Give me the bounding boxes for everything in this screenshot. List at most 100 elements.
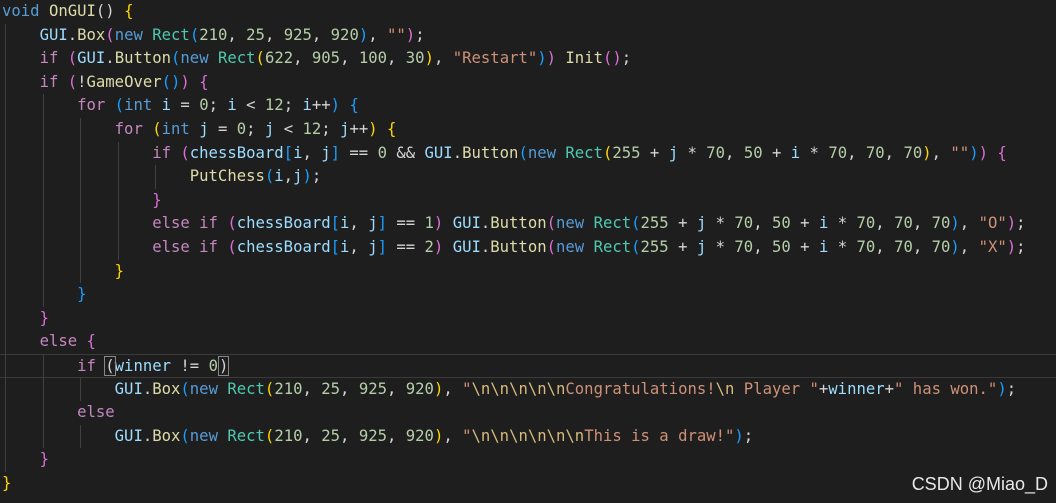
code-token: int <box>124 96 162 115</box>
code-line[interactable]: if (!GameOver()) { <box>0 70 1056 95</box>
indent-guide <box>42 424 44 449</box>
indent-guide <box>42 141 44 166</box>
code-token: 70 <box>828 143 848 162</box>
code-line[interactable]: else if (chessBoard[i, j] == 1) GUI.Butt… <box>0 212 1056 236</box>
code-token: ; <box>1006 379 1017 398</box>
code-token: + <box>790 237 819 256</box>
code-line[interactable]: } <box>0 188 1056 213</box>
code-line[interactable]: } <box>0 259 1056 284</box>
indent-guide <box>5 235 6 260</box>
code-token: " <box>462 379 472 398</box>
code-line[interactable]: void OnGUI() { <box>0 0 1056 24</box>
code-token: GameOver <box>86 72 162 91</box>
code-token: "" <box>387 25 406 44</box>
code-token: , <box>349 214 369 233</box>
code-line[interactable]: } <box>0 283 1056 307</box>
code-token: ) <box>978 143 988 162</box>
code-token: 0 <box>377 143 387 162</box>
code-token: ) <box>433 237 453 256</box>
code-token: 925 <box>358 379 387 398</box>
code-line[interactable]: else <box>0 401 1056 425</box>
code-token: Rect <box>227 426 265 445</box>
code-token: ! <box>77 72 87 91</box>
code-token: PutChess <box>189 167 265 186</box>
code-token: , <box>340 426 359 445</box>
code-token: ] <box>377 214 387 233</box>
indent-guide <box>5 401 6 425</box>
code-token: , <box>340 379 359 398</box>
code-line[interactable]: if (GUI.Button(new Rect(622, 905, 100, 3… <box>0 47 1056 71</box>
code-line[interactable]: } <box>0 306 1056 331</box>
code-token: [ <box>283 143 294 162</box>
indent-guide <box>42 188 44 213</box>
code-line[interactable]: GUI.Box(new Rect(210, 25, 925, 920), "")… <box>0 23 1056 48</box>
code-token: ( <box>602 143 613 162</box>
indent-guide <box>42 283 44 307</box>
code-line[interactable]: PutChess(i,j); <box>0 165 1056 189</box>
code-token: Rect <box>152 25 190 44</box>
indent-guide <box>80 377 82 402</box>
code-token: = <box>171 96 200 115</box>
indent-guide <box>5 94 6 118</box>
code-token: j <box>368 214 378 233</box>
code-token: + <box>640 143 669 162</box>
code-line[interactable]: } <box>0 448 1056 472</box>
code-token: , <box>302 426 322 445</box>
code-token: 925 <box>358 426 387 445</box>
indent-guide <box>117 235 119 260</box>
code-token: 210 <box>274 426 303 445</box>
code-line[interactable]: else { <box>0 330 1056 354</box>
code-token: ) <box>180 72 200 91</box>
code-token: 70 <box>734 237 754 256</box>
code-token: , <box>443 379 463 398</box>
indent-guide <box>5 306 6 331</box>
code-token: Rect <box>593 237 632 256</box>
code-line[interactable]: for (int i = 0; i < 12; i++) { <box>0 94 1056 118</box>
code-token: j <box>321 143 331 162</box>
code-line[interactable]: for (int j = 0; j < 12; j++) { <box>0 117 1056 142</box>
code-token: winner <box>114 356 172 375</box>
code-token: ) <box>368 119 387 138</box>
code-line[interactable]: if (winner != 0) <box>0 353 1056 378</box>
code-token: + <box>884 379 895 398</box>
code-token: && <box>386 143 425 162</box>
code-token: 70 <box>865 143 885 162</box>
indent-guide <box>5 283 6 307</box>
code-token: ( <box>546 237 556 256</box>
code-token: new <box>556 237 594 256</box>
code-token: ; <box>208 96 228 115</box>
code-line[interactable]: GUI.Box(new Rect(210, 25, 925, 920), "\n… <box>0 424 1056 449</box>
code-token: int <box>161 119 200 138</box>
code-token: 925 <box>283 25 312 44</box>
code-token: else <box>152 214 200 233</box>
indent-guide <box>5 47 6 71</box>
code-token: else <box>77 403 115 422</box>
code-token: GUI <box>452 214 481 233</box>
code-token: , <box>387 426 406 445</box>
code-token: , <box>349 237 369 256</box>
code-token: ) <box>734 426 744 445</box>
code-token: , <box>443 426 463 445</box>
code-token: ) <box>433 379 444 398</box>
code-token: * <box>828 237 857 256</box>
code-line[interactable]: } <box>0 472 1056 496</box>
code-token: , <box>847 143 866 162</box>
code-token: ( <box>105 25 115 44</box>
code-line[interactable]: else if (chessBoard[i, j] == 2) GUI.Butt… <box>0 235 1056 260</box>
code-token: + <box>668 237 697 256</box>
code-token: 905 <box>311 49 341 68</box>
code-editor[interactable]: void OnGUI() { GUI.Box(new Rect(210, 25,… <box>0 0 1056 503</box>
code-token: . <box>480 237 491 256</box>
code-token: , <box>959 237 979 256</box>
code-token: 920 <box>405 426 434 445</box>
code-token: Button <box>462 143 519 162</box>
code-token: 0 <box>199 96 209 115</box>
code-line[interactable]: if (chessBoard[i, j] == 0 && GUI.Button(… <box>0 141 1056 166</box>
code-line[interactable]: GUI.Box(new Rect(210, 25, 925, 920), "\n… <box>0 377 1056 402</box>
code-token: if <box>77 356 106 375</box>
